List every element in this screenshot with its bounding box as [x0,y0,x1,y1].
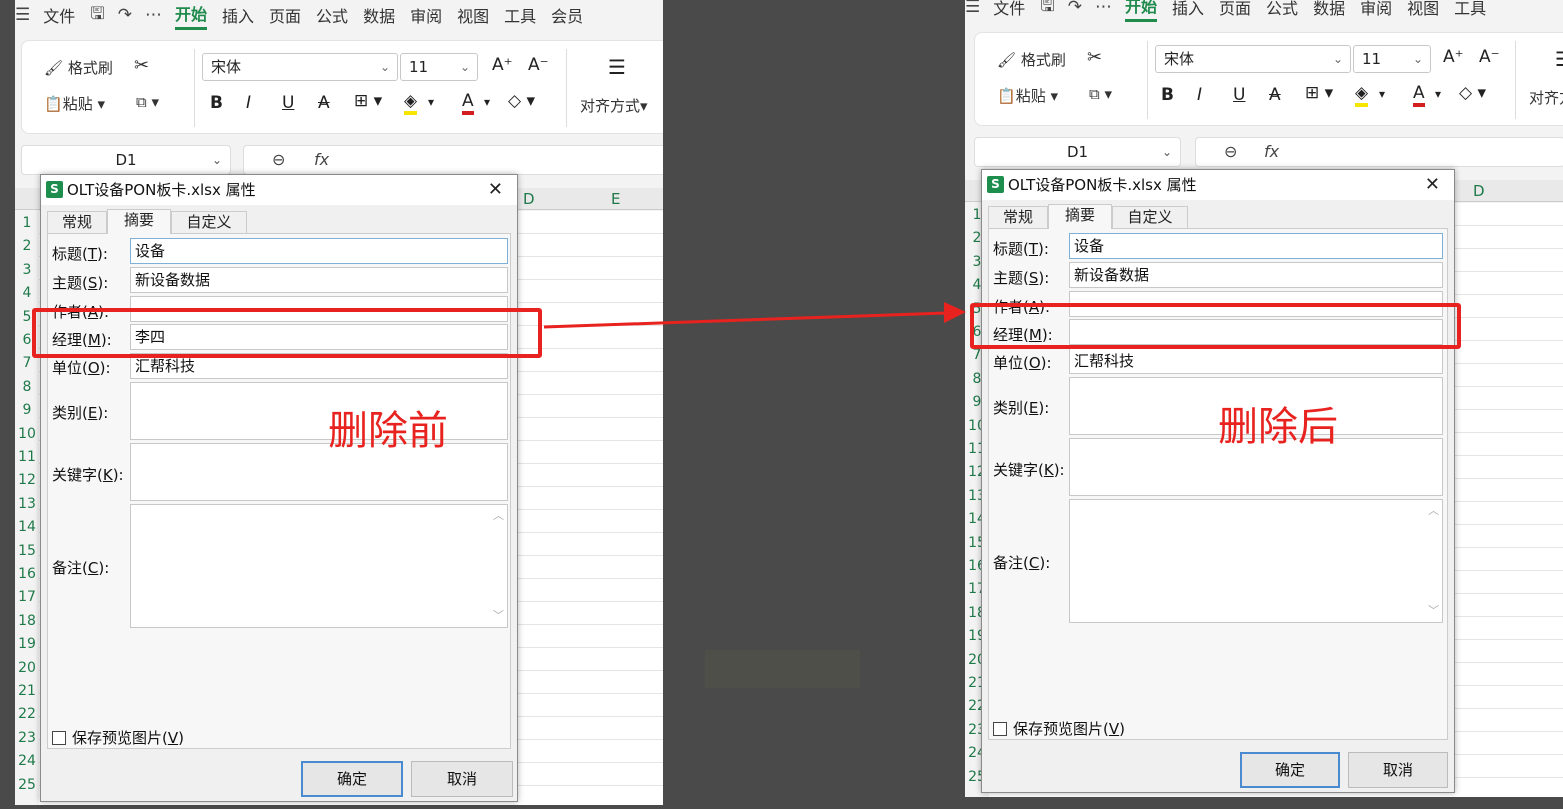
arrow-head [944,302,966,323]
tab-summary[interactable]: 摘要 [1048,204,1112,229]
arrow-line [543,311,947,329]
tab-summary[interactable]: 摘要 [107,209,171,234]
arrow-annotation [543,302,966,329]
